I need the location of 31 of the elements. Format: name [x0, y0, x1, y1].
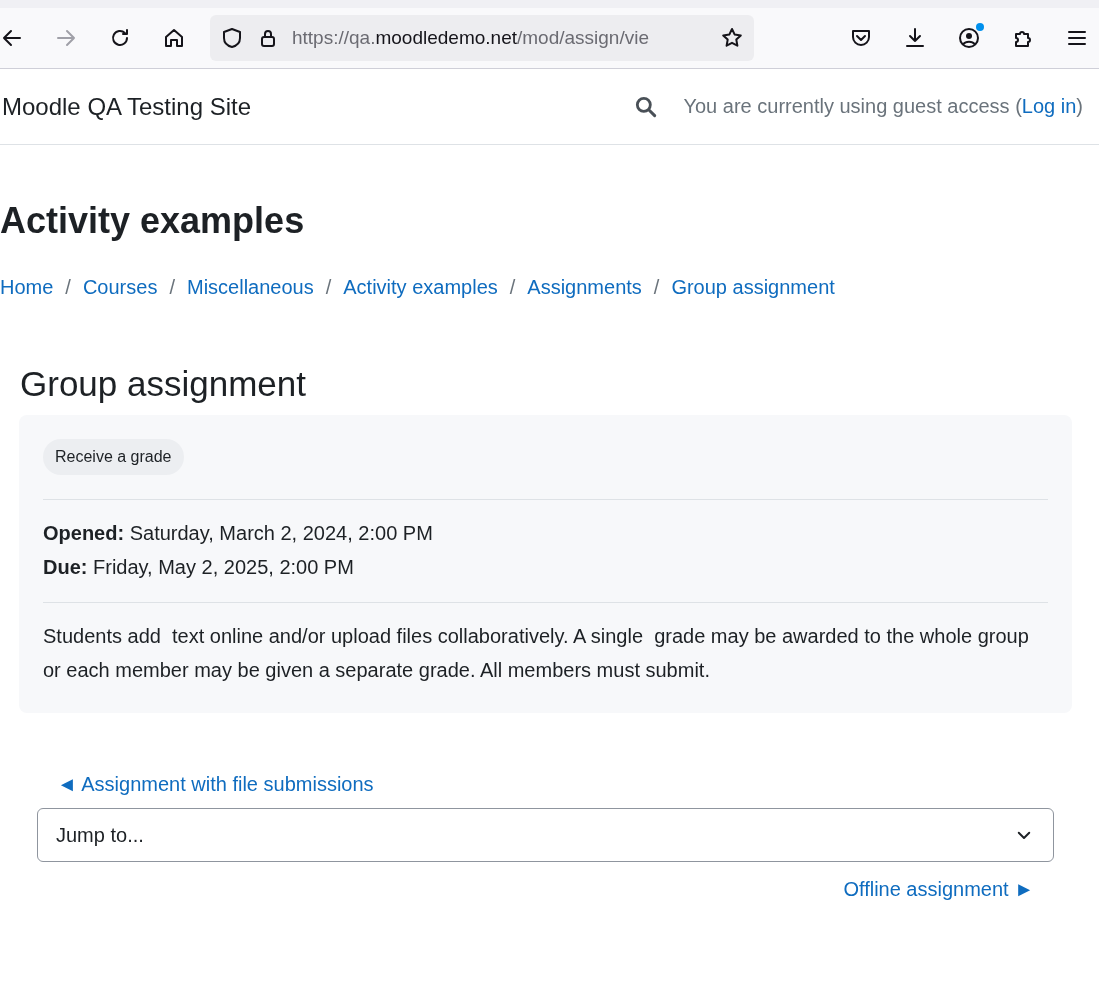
- breadcrumb-link[interactable]: Group assignment: [671, 276, 835, 300]
- account-icon: [957, 26, 981, 50]
- breadcrumb-separator: /: [653, 276, 660, 300]
- breadcrumb-separator: /: [169, 276, 175, 300]
- site-name[interactable]: Moodle QA Testing Site: [2, 92, 252, 121]
- star-icon[interactable]: [720, 26, 744, 50]
- breadcrumb-link[interactable]: Courses: [82, 276, 158, 300]
- breadcrumb-separator: /: [325, 276, 332, 300]
- date-line: Due: Friday, May 2, 2025, 2:00 PM: [43, 555, 355, 581]
- address-bar[interactable]: https://qa.moodledemo.net/mod/assign/vie: [210, 15, 754, 61]
- activity-description: Students add text online and/or upload files collaboratively. A single grade may be awarded to the whole group or each member may be given a separate grade. All members must submit.: [43, 624, 1030, 684]
- breadcrumb-link[interactable]: Activity examples: [343, 276, 498, 300]
- breadcrumb-link[interactable]: Miscellaneous: [186, 276, 314, 300]
- breadcrumb-separator: /: [509, 276, 516, 300]
- next-activity-link[interactable]: Offline assignment ►: [843, 878, 1034, 902]
- breadcrumb-separator: /: [65, 276, 71, 300]
- jump-to-select[interactable]: Jump to...: [37, 808, 1054, 863]
- url-text: https://qa.moodledemo.net/mod/assign/vie: [292, 27, 650, 49]
- account-button[interactable]: [957, 26, 981, 50]
- download-icon[interactable]: [903, 26, 927, 50]
- breadcrumb-link[interactable]: Assignments: [527, 276, 642, 300]
- activity-title: Group assignment: [20, 363, 307, 406]
- home-icon[interactable]: [162, 26, 186, 50]
- completion-badge: Receive a grade: [43, 439, 184, 476]
- date-line: Opened: Saturday, March 2, 2024, 2:00 PM: [43, 521, 434, 547]
- shield-icon[interactable]: [220, 26, 244, 50]
- login-link[interactable]: Log in: [1021, 95, 1077, 117]
- page-title: Activity examples: [0, 199, 306, 243]
- breadcrumb-link[interactable]: Home: [0, 276, 54, 300]
- previous-activity-link[interactable]: ◄ Assignment with file submissions: [57, 773, 374, 797]
- guest-access-notice: You are currently using guest access (Log in): [683, 95, 1083, 118]
